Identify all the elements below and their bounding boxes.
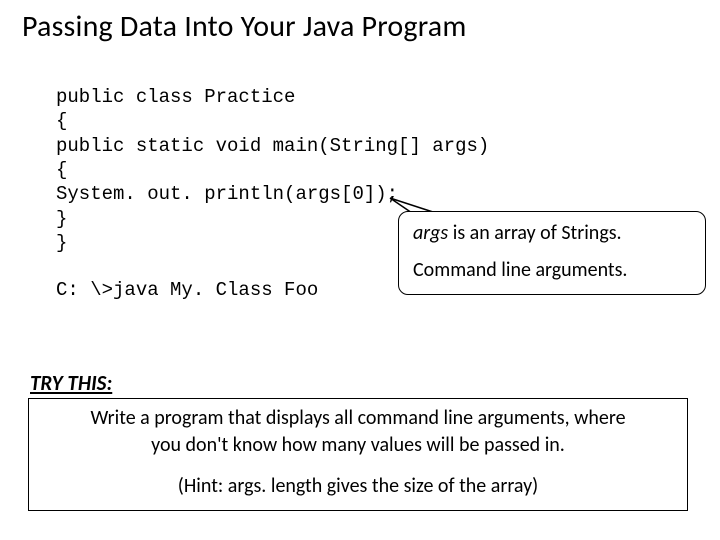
- callout-line1: args is an array of Strings.: [413, 220, 691, 247]
- callout-args-word: args: [413, 221, 448, 245]
- callout-box: args is an array of Strings. Command lin…: [398, 211, 706, 295]
- callout-line1-rest: is an array of Strings.: [448, 221, 621, 245]
- callout-line2: Command line arguments.: [413, 257, 691, 284]
